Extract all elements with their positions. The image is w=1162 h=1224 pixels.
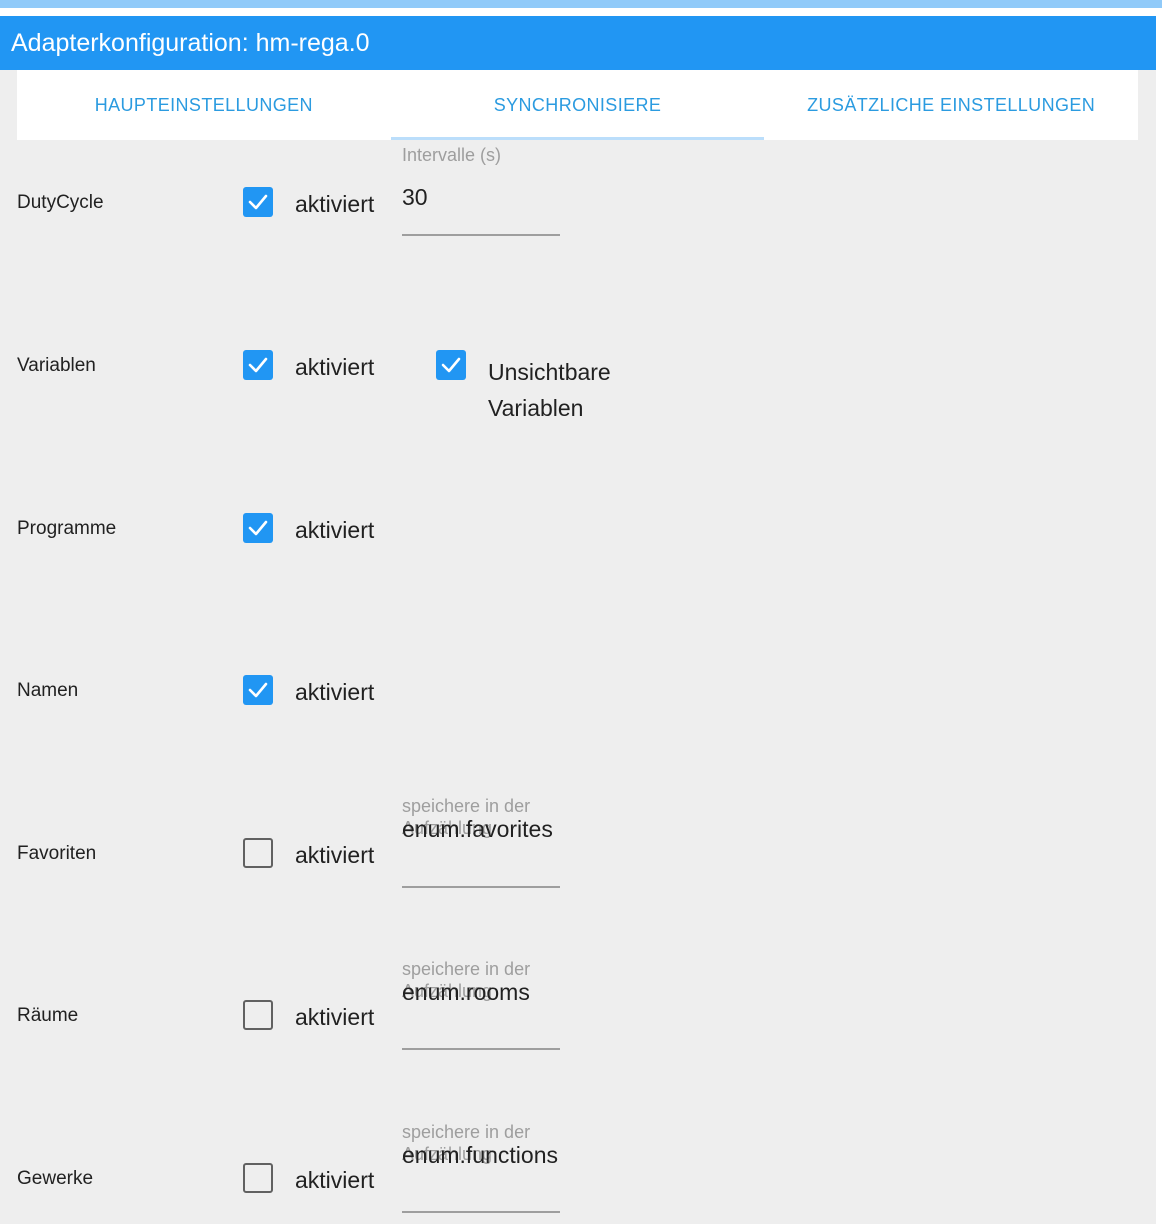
checkmark-icon xyxy=(248,682,268,698)
input-underline xyxy=(402,1211,560,1213)
row-variablen: Variablen aktiviert Unsichtbare Variable… xyxy=(0,350,1156,421)
row-label: Programme xyxy=(17,518,117,539)
window-top-strip xyxy=(0,0,1162,16)
namen-checkbox[interactable] xyxy=(243,675,273,705)
tab-haupteinstellungen[interactable]: HAUPTEINSTELLUNGEN xyxy=(17,70,391,140)
gewerke-checkbox[interactable] xyxy=(243,1163,273,1193)
checkmark-icon xyxy=(441,357,461,373)
page-title: Adapterkonfiguration: hm-rega.0 xyxy=(0,16,1156,70)
variablen-checkbox[interactable] xyxy=(243,350,273,380)
row-label: Variablen xyxy=(17,355,96,376)
row-programme: Programme aktiviert xyxy=(0,513,1156,543)
scrollbar-track xyxy=(1156,16,1162,1224)
unsichtbare-variablen-label: Unsichtbare Variablen xyxy=(488,359,611,421)
row-favoriten: Favoriten aktiviert speichere in der Auf… xyxy=(0,796,1156,888)
input-underline xyxy=(402,886,560,888)
interval-field-label: Intervalle (s) xyxy=(402,145,502,165)
unsichtbare-variablen-checkbox[interactable] xyxy=(436,350,466,380)
checkbox-label: aktiviert xyxy=(295,1167,375,1193)
programme-checkbox[interactable] xyxy=(243,513,273,543)
interval-input[interactable]: 30 xyxy=(402,184,560,211)
raeume-enum-input[interactable]: enum.rooms xyxy=(402,979,560,1006)
row-label: Räume xyxy=(17,1005,79,1026)
checkbox-label: aktiviert xyxy=(295,354,375,380)
favoriten-checkbox[interactable] xyxy=(243,838,273,868)
input-underline xyxy=(402,1048,560,1050)
checkbox-label: aktiviert xyxy=(295,679,375,705)
row-label: DutyCycle xyxy=(17,192,104,213)
tab-bar: HAUPTEINSTELLUNGEN SYNCHRONISIERE ZUSÄTZ… xyxy=(17,70,1138,140)
dutycycle-checkbox[interactable] xyxy=(243,187,273,217)
row-raeume: Räume aktiviert speichere in der Aufzähl… xyxy=(0,959,1156,1050)
input-underline xyxy=(402,234,560,236)
checkbox-label: aktiviert xyxy=(295,842,375,868)
checkbox-label: aktiviert xyxy=(295,1004,375,1030)
checkmark-icon xyxy=(248,194,268,210)
row-gewerke: Gewerke aktiviert speichere in der Aufzä… xyxy=(0,1122,1156,1213)
row-dutycycle: DutyCycle aktiviert Intervalle (s) 30 xyxy=(0,145,1156,236)
row-label: Favoriten xyxy=(17,843,97,864)
row-label: Gewerke xyxy=(17,1168,94,1189)
favoriten-enum-input[interactable]: enum.favorites xyxy=(402,816,560,843)
tab-synchronisiere[interactable]: SYNCHRONISIERE xyxy=(390,70,765,140)
checkbox-label: aktiviert xyxy=(295,517,375,543)
row-label: Namen xyxy=(17,680,79,701)
tab-zusaetzliche-einstellungen[interactable]: ZUSÄTZLICHE EINSTELLUNGEN xyxy=(764,70,1138,140)
checkbox-label: aktiviert xyxy=(295,191,375,217)
raeume-checkbox[interactable] xyxy=(243,1000,273,1030)
gewerke-enum-input[interactable]: enum.functions xyxy=(402,1142,560,1169)
row-namen: Namen aktiviert xyxy=(0,675,1156,705)
checkmark-icon xyxy=(248,520,268,536)
checkmark-icon xyxy=(248,357,268,373)
